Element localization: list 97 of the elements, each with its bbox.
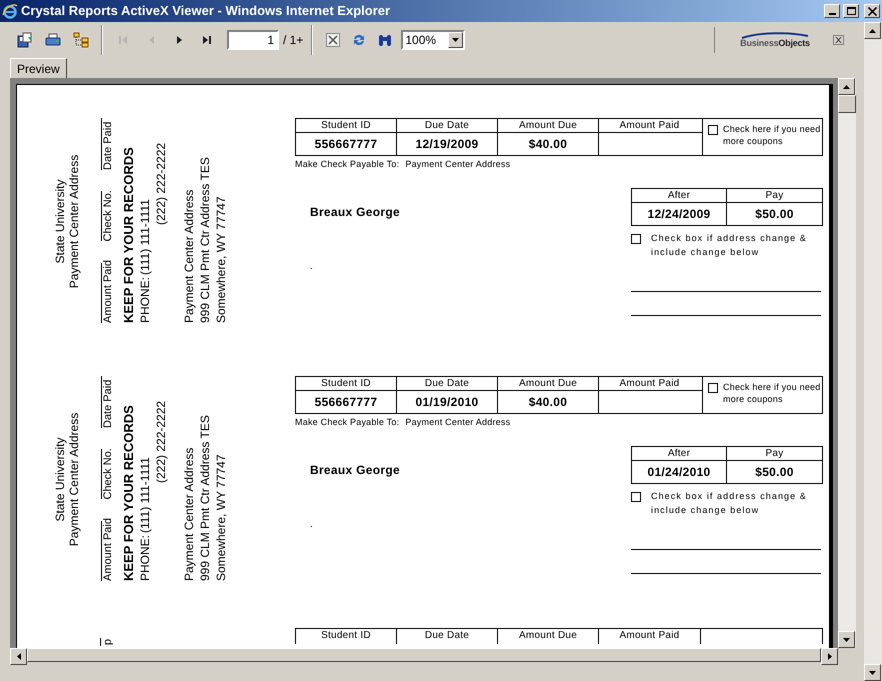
scroll-up-button[interactable] [864, 22, 881, 39]
signature-field-label: Date Paid [101, 118, 115, 170]
payer-name: Breaux George [310, 205, 401, 219]
payable-to: Payment Center Address [405, 416, 510, 429]
school-name: State University [53, 178, 67, 266]
right-arrow-icon [828, 653, 832, 660]
column-header: Student ID [296, 629, 397, 644]
phone-label: PHONE: [137, 276, 153, 323]
records-notice: KEEP FOR YOUR RECORDS [121, 404, 137, 583]
window-scrollbar[interactable] [864, 22, 882, 681]
mailing-address-line: Payment Center Address [181, 446, 197, 581]
mailing-address-line: 999 CLM Pmt Ctr Address TES [197, 414, 213, 581]
scroll-left-button[interactable] [10, 648, 27, 665]
checkbox[interactable] [708, 125, 718, 135]
scroll-right-button[interactable] [821, 648, 838, 665]
address-title: Payment Center Address [67, 412, 81, 548]
checkbox[interactable] [631, 234, 641, 244]
up-arrow-icon [843, 84, 850, 88]
table-cell-text: 12/24/2009 [646, 206, 712, 223]
close-button[interactable] [864, 4, 880, 18]
maximize-button[interactable] [843, 4, 859, 18]
column-header: Pay [727, 447, 822, 461]
maximize-icon [846, 7, 856, 15]
column-header: Amount Due [498, 629, 599, 644]
table-cell: 556667777 [296, 133, 397, 155]
close-icon [868, 6, 876, 16]
column-header: Pay [727, 189, 822, 203]
phone-number: (111) 111-1111 [137, 199, 153, 275]
mailing-address-line: Somewhere, WY 77747 [213, 453, 229, 581]
column-header: Amount Due [498, 119, 599, 132]
scroll-down-button[interactable] [864, 664, 881, 681]
table-cell-text: 01/24/2010 [646, 464, 712, 481]
scroll-down-button[interactable] [838, 631, 855, 648]
column-header: Amount Paid [618, 377, 680, 390]
table-cell: 556667777 [296, 391, 397, 413]
close-tab-button[interactable] [833, 35, 844, 45]
payable-label: Make Check Payable To: [295, 416, 400, 429]
school-name: State University [53, 436, 67, 524]
signature-field-label: d [100, 638, 114, 646]
up-arrow-icon [869, 28, 876, 32]
table-cell: 12/19/2009 [397, 133, 498, 155]
caret-icon [448, 32, 464, 48]
column-header: Student ID [296, 377, 397, 390]
column-header: Due Date [397, 119, 498, 132]
records-notice: KEEP FOR YOUR RECORDS [121, 146, 137, 325]
mailing-address-line: 999 CLM Pmt Ctr Address TES [197, 156, 213, 323]
mailing-address-line: Payment Center Address [181, 188, 197, 323]
page-number-field[interactable]: 1 [227, 30, 279, 50]
down-arrow-icon [869, 670, 876, 674]
browser-logo-icon [2, 3, 18, 19]
column-header: Amount Paid [618, 629, 680, 643]
payable-to: Payment Center Address [405, 158, 510, 171]
minimize-icon [828, 13, 836, 15]
left-arrow-icon [16, 653, 20, 660]
payer-address: . [310, 261, 314, 273]
signature-field-label: Check No. [101, 192, 115, 242]
column-header: Due Date [397, 629, 498, 644]
payer-name: Breaux George [310, 463, 401, 477]
page-count: / 1+ [283, 32, 304, 49]
scroll-up-button[interactable] [838, 78, 855, 95]
signature-field-label: Amount Paid [101, 521, 115, 581]
preview-tab[interactable]: Preview [10, 58, 67, 78]
checkbox[interactable] [708, 383, 718, 393]
table-cell-text: $50.00 [754, 206, 795, 223]
scroll-thumb[interactable] [838, 95, 856, 113]
column-header: Due Date [397, 377, 498, 390]
table-cell: 01/19/2010 [397, 391, 498, 413]
phone-number: (222) 222-2222 [153, 142, 169, 227]
zoom-dropdown[interactable]: 100% [401, 30, 466, 50]
column-header: Amount Due [498, 377, 599, 390]
column-header: After [632, 189, 726, 203]
phone-label: PHONE: [137, 534, 153, 581]
window-title: Crystal Reports ActiveX Viewer - Windows Internet Explorer [21, 2, 392, 20]
phone-number: (222) 222-2222 [153, 400, 169, 485]
checkbox[interactable] [631, 492, 641, 502]
address-title: Payment Center Address [67, 154, 81, 290]
table-cell: $40.00 [498, 133, 599, 155]
column-header: After [632, 447, 726, 461]
more-coupons-label: Check here if you need more coupons [723, 123, 821, 147]
table-cell: $40.00 [498, 391, 599, 413]
phone-number: (111) 111-1111 [137, 457, 153, 533]
signature-field-label: Date Paid [101, 376, 115, 428]
more-coupons-label: Check here if you need more coupons [723, 381, 821, 405]
minimize-button[interactable] [824, 4, 840, 18]
down-arrow-icon [843, 638, 850, 642]
address-change-label: Check box if address change & include change below [651, 490, 808, 517]
signature-field-label: Amount Paid [101, 263, 115, 323]
signature-field-label: Check No. [101, 450, 115, 500]
table-cell-text: $50.00 [754, 464, 795, 481]
mailing-address-line: Somewhere, WY 77747 [213, 195, 229, 323]
column-header: Student ID [296, 119, 397, 132]
vertical-scrollbar[interactable] [838, 78, 856, 648]
payer-address: . [310, 519, 314, 531]
business-objects-logo: BusinessObjects [733, 32, 817, 48]
column-header: Amount Paid [618, 119, 680, 132]
address-change-label: Check box if address change & include change below [651, 232, 808, 259]
payable-label: Make Check Payable To: [295, 158, 400, 171]
